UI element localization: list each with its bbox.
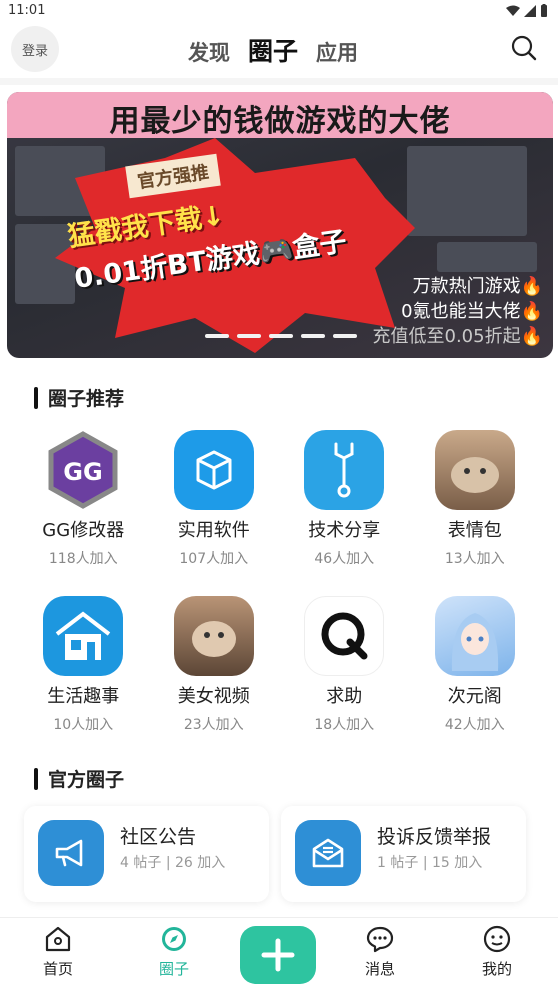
circle-member-count: 42人加入 <box>444 717 505 733</box>
chat-icon <box>366 926 394 953</box>
circle-member-count: 23人加入 <box>183 717 244 733</box>
official-card-stats: 1 帖子 | 15 加入 <box>377 852 482 872</box>
circle-member-count: 118人加入 <box>48 551 118 567</box>
promo-banner[interactable]: 用最少的钱做游戏的大佬 官方强推 猛戳我下载↓ 0.01折BT游戏🎮盒子 万款热… <box>7 92 553 358</box>
battery-icon <box>541 4 547 17</box>
circle-name: 次元阁 <box>447 686 502 707</box>
circle-card[interactable]: 实用软件 107人加入 <box>149 430 280 596</box>
join-count: 26 加入 <box>174 855 226 871</box>
box-icon <box>173 430 254 510</box>
circle-name: 求助 <box>326 686 363 707</box>
top-nav: 登录 发现 圈子 应用 <box>0 24 558 78</box>
circle-card[interactable]: GG GG修改器 118人加入 <box>18 430 149 596</box>
compass-icon <box>162 927 186 951</box>
wifi-icon <box>506 5 520 16</box>
status-bar: 11:01 <box>0 0 558 24</box>
circle-card[interactable]: 美女视频 23人加入 <box>149 596 280 762</box>
section-title-text: 官方圈子 <box>48 769 125 791</box>
cat-meme-icon <box>434 430 515 510</box>
official-card-feedback[interactable]: 投诉反馈举报 1 帖子 | 15 加入 <box>281 806 526 902</box>
section-recommend-title: 圈子推荐 <box>34 384 124 411</box>
stats-divider: | <box>422 855 432 871</box>
circle-name: 美女视频 <box>177 686 250 707</box>
wrench-icon <box>304 430 385 510</box>
banner-headline: 用最少的钱做游戏的大佬 <box>109 104 451 139</box>
banner-feature-line: 0氪也能当大佬🔥 <box>401 301 543 322</box>
create-post-button[interactable] <box>240 926 316 984</box>
section-marker <box>34 386 38 409</box>
circle-card[interactable]: 表情包 13人加入 <box>410 430 541 596</box>
carousel-indicator[interactable] <box>205 334 357 338</box>
tab-apps[interactable]: 应用 <box>316 37 358 67</box>
circle-name: 表情包 <box>447 520 502 541</box>
post-count: 4 帖子 <box>120 855 162 871</box>
banner-feature-list: 万款热门游戏🔥 0氪也能当大佬🔥 充值低至0.05折起🔥 <box>373 274 544 349</box>
status-time: 11:01 <box>8 3 46 18</box>
bottom-nav-profile[interactable]: 我的 <box>457 924 537 979</box>
section-title-text: 圈子推荐 <box>48 388 125 410</box>
circle-name: GG修改器 <box>42 520 125 541</box>
carousel-dot[interactable] <box>333 334 357 338</box>
official-card-title: 投诉反馈举报 <box>377 826 492 848</box>
plus-icon <box>261 938 295 972</box>
official-card-title: 社区公告 <box>120 826 197 848</box>
q-logo-icon <box>304 596 385 676</box>
join-count: 15 加入 <box>431 855 483 871</box>
tab-circles[interactable]: 圈子 <box>248 32 298 68</box>
bottom-nav-circles[interactable]: 圈子 <box>134 924 214 979</box>
circle-member-count: 107人加入 <box>179 551 249 567</box>
official-card-stats: 4 帖子 | 26 加入 <box>120 852 225 872</box>
house-icon <box>43 596 124 676</box>
official-circles: 社区公告 4 帖子 | 26 加入 投诉反馈举报 1 帖子 | 15 加入 <box>24 806 526 902</box>
circle-member-count: 46人加入 <box>314 551 375 567</box>
circle-card[interactable]: 次元阁 42人加入 <box>410 596 541 762</box>
carousel-dot[interactable] <box>301 334 325 338</box>
circle-name: 技术分享 <box>308 520 381 541</box>
circle-card[interactable]: 技术分享 46人加入 <box>279 430 410 596</box>
gg-modifier-icon: GG <box>43 430 124 510</box>
bottom-nav-label: 首页 <box>42 960 73 978</box>
banner-game-tile <box>437 242 537 272</box>
top-divider <box>0 78 558 85</box>
profile-icon <box>483 925 511 953</box>
top-tabs: 发现 圈子 应用 <box>188 32 358 68</box>
official-card-announcement[interactable]: 社区公告 4 帖子 | 26 加入 <box>24 806 269 902</box>
bottom-nav-label: 消息 <box>364 960 395 978</box>
banner-game-tile <box>407 146 527 236</box>
search-icon[interactable] <box>510 34 538 62</box>
circle-card[interactable]: 生活趣事 10人加入 <box>18 596 149 762</box>
circle-card[interactable]: 求助 18人加入 <box>279 596 410 762</box>
mail-icon <box>295 820 361 886</box>
login-button[interactable]: 登录 <box>11 26 59 72</box>
circle-member-count: 13人加入 <box>444 551 505 567</box>
carousel-dot[interactable] <box>237 334 261 338</box>
cat-meme-icon <box>173 596 254 676</box>
banner-feature-line: 充值低至0.05折起🔥 <box>372 326 544 347</box>
bottom-nav-label: 圈子 <box>158 960 189 978</box>
bottom-nav-messages[interactable]: 消息 <box>340 924 420 979</box>
bottom-nav-label: 我的 <box>481 960 512 978</box>
carousel-dot[interactable] <box>205 334 229 338</box>
status-icons <box>506 4 548 17</box>
signal-icon <box>524 4 536 17</box>
anime-girl-icon <box>434 596 515 676</box>
section-official-title: 官方圈子 <box>34 765 124 792</box>
stats-divider: | <box>165 855 175 871</box>
tab-discover[interactable]: 发现 <box>188 37 230 67</box>
svg-text:GG: GG <box>64 458 103 486</box>
circle-member-count: 18人加入 <box>314 717 375 733</box>
megaphone-icon <box>38 820 104 886</box>
bottom-nav: 首页 圈子 消息 我的 <box>0 917 558 992</box>
circle-grid: GG GG修改器 118人加入 实用软件 107人加入 技术分享 46人加入 表… <box>18 430 540 762</box>
section-marker <box>34 767 38 790</box>
post-count: 1 帖子 <box>377 855 419 871</box>
home-icon <box>45 926 71 952</box>
circle-name: 生活趣事 <box>47 686 120 707</box>
bottom-nav-home[interactable]: 首页 <box>18 924 98 979</box>
circle-name: 实用软件 <box>177 520 250 541</box>
banner-feature-line: 万款热门游戏🔥 <box>412 276 543 297</box>
circle-member-count: 10人加入 <box>53 717 114 733</box>
carousel-dot[interactable] <box>269 334 293 338</box>
